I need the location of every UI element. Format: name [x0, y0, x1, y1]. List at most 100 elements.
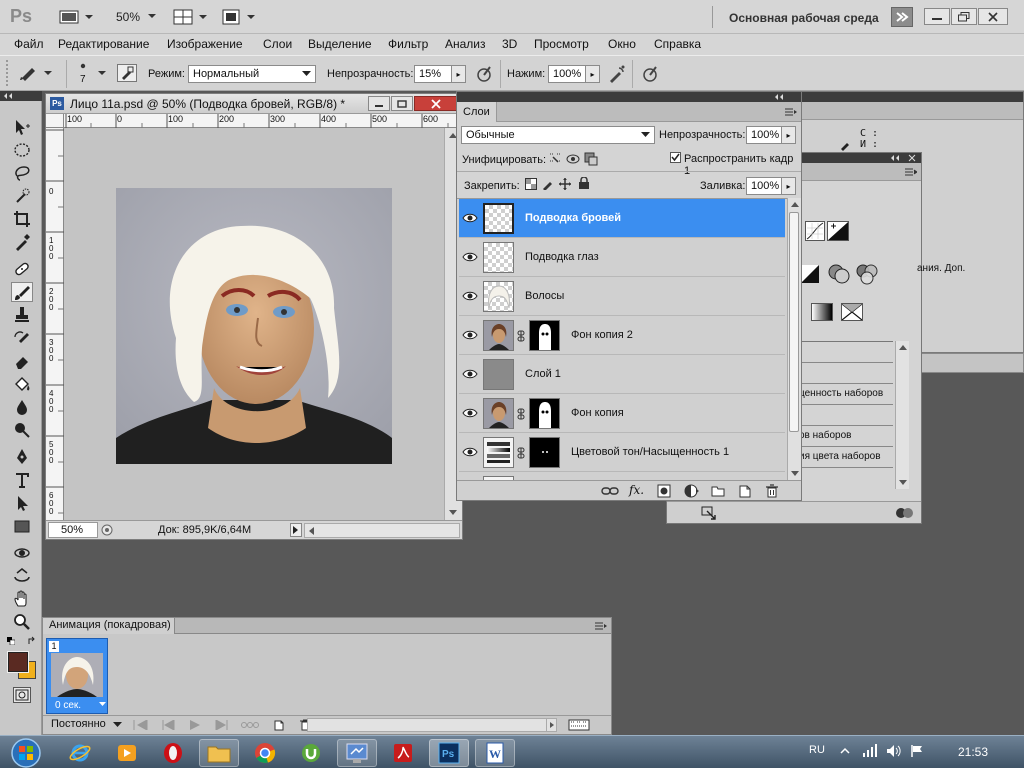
quick-selection-tool-icon[interactable]: [11, 186, 33, 206]
menu-layer[interactable]: Слои: [263, 37, 292, 51]
horizontal-ruler[interactable]: 100 0 100 200 300 400 500 600: [64, 114, 462, 128]
clock[interactable]: 21:53: [958, 745, 988, 759]
exposure-icon[interactable]: [827, 221, 849, 241]
brush-panel-toggle[interactable]: [117, 64, 137, 82]
fill-slider-button[interactable]: ▸: [782, 177, 796, 195]
opacity-input[interactable]: 15%: [414, 65, 452, 83]
curves-icon[interactable]: [805, 221, 825, 241]
acrobat-icon[interactable]: [383, 739, 423, 767]
crop-tool-icon[interactable]: [11, 209, 33, 229]
layer-mask-thumbnail[interactable]: [529, 437, 560, 468]
new-layer-icon[interactable]: [738, 484, 752, 498]
menu-file[interactable]: Файл: [14, 37, 44, 51]
frame-delay[interactable]: 0 сек.: [55, 700, 81, 711]
action-center-flag-icon[interactable]: [910, 744, 924, 758]
more-workspaces-button[interactable]: [891, 7, 913, 27]
visibility-eye-icon[interactable]: [462, 289, 478, 303]
link-layers-icon[interactable]: [601, 485, 619, 497]
launch-bridge-button[interactable]: [58, 8, 96, 26]
rectangle-tool-icon[interactable]: [11, 516, 33, 536]
lock-position-icon[interactable]: [559, 178, 571, 190]
layer-row[interactable]: Подводка глаз: [459, 238, 785, 277]
zoom-field[interactable]: 50%: [48, 522, 98, 538]
airbrush-icon[interactable]: [606, 63, 628, 85]
pen-tool-icon[interactable]: [11, 447, 33, 467]
layers-scroll-thumb[interactable]: [789, 212, 799, 432]
panel-menu-icon[interactable]: [595, 622, 607, 630]
layers-panel-header[interactable]: [457, 92, 801, 102]
animation-frame[interactable]: 1 0 сек.: [46, 638, 108, 714]
tween-icon[interactable]: [241, 719, 259, 731]
mask-link-icon[interactable]: [517, 330, 525, 342]
close-button[interactable]: [978, 8, 1008, 25]
layer-name[interactable]: Фон копия 2: [571, 329, 633, 341]
preset-item[interactable]: [799, 363, 893, 384]
network-icon[interactable]: [862, 744, 878, 758]
chevron-down-icon[interactable]: [99, 702, 106, 707]
visibility-eye-icon[interactable]: [462, 367, 478, 381]
status-menu-arrow-icon[interactable]: [290, 523, 302, 537]
first-frame-icon[interactable]: [133, 720, 149, 730]
tools-panel-header[interactable]: [0, 91, 42, 101]
lock-pixels-icon[interactable]: [542, 178, 554, 190]
paint-bucket-tool-icon[interactable]: [11, 374, 33, 394]
utorrent-icon[interactable]: [291, 739, 331, 767]
unify-position-icon[interactable]: [547, 151, 563, 167]
frames-scrollbar[interactable]: [307, 718, 557, 732]
layer-name[interactable]: Слой 1: [525, 368, 561, 380]
tool-preset-picker[interactable]: [16, 62, 56, 84]
arrange-documents-button[interactable]: [172, 8, 212, 26]
unify-visibility-icon[interactable]: [565, 151, 581, 167]
media-player-icon[interactable]: [107, 739, 147, 767]
presets-scrollbar[interactable]: [895, 341, 909, 489]
tablet-opacity-icon[interactable]: [474, 64, 494, 84]
quick-mask-icon[interactable]: [13, 687, 31, 703]
lock-transparency-icon[interactable]: [525, 178, 537, 190]
preset-item[interactable]: ценность наборов: [799, 384, 893, 405]
chrome-icon[interactable]: [245, 739, 285, 767]
volume-icon[interactable]: [886, 744, 902, 758]
visibility-eye-icon[interactable]: [462, 406, 478, 420]
eraser-tool-icon[interactable]: [11, 351, 33, 371]
3d-rotate-tool-icon[interactable]: [11, 543, 33, 563]
expand-view-icon[interactable]: [701, 506, 717, 520]
layer-name[interactable]: Цветовой тон/Насыщенность 1: [571, 446, 729, 458]
play-icon[interactable]: [189, 720, 201, 730]
menu-image[interactable]: Изображение: [167, 37, 243, 51]
screen-mode-button[interactable]: [220, 8, 260, 26]
layer-row[interactable]: Цветовой тон/Насыщенность 1: [459, 433, 785, 472]
layer-row[interactable]: [459, 472, 785, 480]
internet-explorer-icon[interactable]: [60, 739, 100, 767]
preset-item[interactable]: ов наборов: [799, 426, 893, 447]
color-balance-icon[interactable]: [827, 263, 851, 285]
healing-brush-tool-icon[interactable]: [11, 259, 33, 279]
layer-blend-mode-select[interactable]: Обычные: [461, 126, 655, 144]
blend-mode-select[interactable]: Нормальный: [188, 65, 316, 83]
swap-colors-icon[interactable]: [27, 636, 37, 646]
mask-link-icon[interactable]: [517, 447, 525, 459]
menu-edit[interactable]: Редактирование: [58, 37, 149, 51]
mask-link-icon[interactable]: [517, 408, 525, 420]
layer-row[interactable]: Фон копия: [459, 394, 785, 433]
menu-view[interactable]: Просмотр: [534, 37, 589, 51]
new-group-icon[interactable]: [711, 485, 725, 497]
new-adjustment-layer-icon[interactable]: [684, 484, 700, 498]
workspace-switcher[interactable]: Основная рабочая среда: [729, 11, 879, 25]
preset-item[interactable]: [799, 342, 893, 363]
visibility-eye-icon[interactable]: [462, 445, 478, 459]
flow-slider-button[interactable]: ▸: [586, 65, 600, 83]
propagate-checkbox[interactable]: [670, 152, 681, 163]
layers-scrollbar[interactable]: [787, 198, 801, 480]
next-frame-icon[interactable]: [214, 720, 230, 730]
doc-minimize-button[interactable]: [368, 96, 390, 111]
blur-tool-icon[interactable]: [11, 397, 33, 417]
layer-row[interactable]: Слой 1: [459, 355, 785, 394]
document-title-bar[interactable]: Ps Лицо 11а.psd @ 50% (Подводка бровей, …: [46, 94, 462, 114]
dodge-tool-icon[interactable]: [11, 420, 33, 440]
start-button[interactable]: [6, 737, 46, 768]
fill-input[interactable]: 100%: [746, 177, 782, 195]
keyboard-language[interactable]: RU: [809, 744, 825, 756]
menu-window[interactable]: Окно: [608, 37, 636, 51]
preset-item[interactable]: [799, 405, 893, 426]
menu-analysis[interactable]: Анализ: [445, 37, 486, 51]
